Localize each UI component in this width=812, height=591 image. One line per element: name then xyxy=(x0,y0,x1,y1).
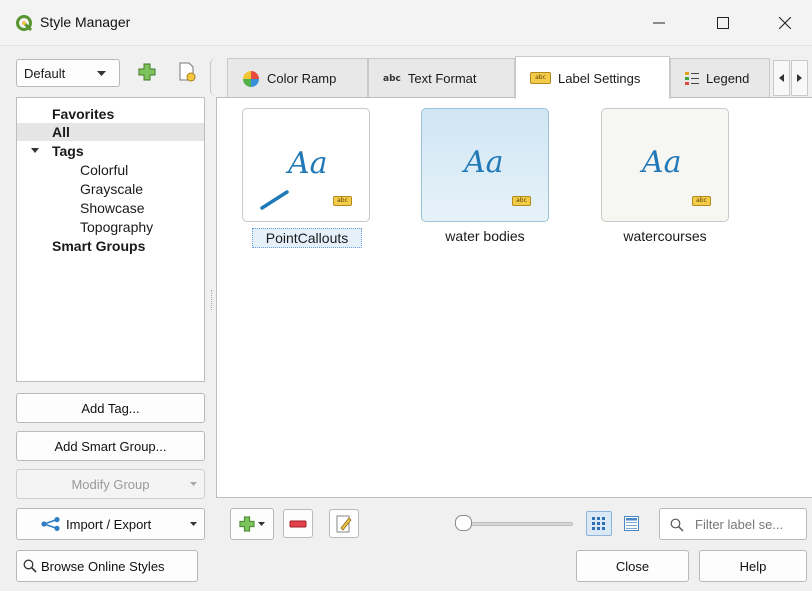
color-ramp-icon xyxy=(243,70,259,87)
add-tag-button[interactable]: Add Tag... xyxy=(16,393,205,423)
search-icon xyxy=(23,559,37,573)
remove-item-button[interactable] xyxy=(283,509,313,538)
tree-item-favorites[interactable]: Favorites xyxy=(52,105,114,123)
label-tag-icon: abc xyxy=(512,196,531,206)
share-icon xyxy=(41,517,60,531)
style-name-watercourses[interactable]: watercourses xyxy=(601,228,729,244)
tab-label-settings[interactable]: abc Label Settings xyxy=(515,56,670,99)
tab-label: Color Ramp xyxy=(267,71,337,86)
edit-item-button[interactable] xyxy=(329,509,359,538)
library-combo-value: Default xyxy=(24,66,66,81)
browse-online-label: Browse Online Styles xyxy=(41,558,165,574)
slider-handle[interactable] xyxy=(455,515,472,531)
edit-icon xyxy=(336,515,352,532)
tree-item-tag[interactable]: Colorful xyxy=(80,161,128,179)
splitter-handle[interactable] xyxy=(211,290,213,310)
style-thumbnail-watercourses[interactable]: Aa abc xyxy=(601,108,729,222)
sample-text: Aa xyxy=(464,145,504,180)
add-icon xyxy=(239,516,255,532)
library-combo[interactable]: Default xyxy=(16,59,120,87)
tab-scroll-right-button[interactable] xyxy=(791,60,808,96)
tab-legend[interactable]: Legend xyxy=(670,58,770,98)
tab-label: Text Format xyxy=(407,71,477,86)
tab-color-ramp[interactable]: Color Ramp xyxy=(227,58,368,98)
close-button[interactable]: Close xyxy=(576,550,689,582)
minimize-button[interactable] xyxy=(636,8,682,38)
tree-item-tag[interactable]: Grayscale xyxy=(80,180,143,198)
help-button[interactable]: Help xyxy=(699,550,807,582)
search-icon xyxy=(670,518,684,532)
label-settings-icon: abc xyxy=(530,72,551,84)
text-format-icon: abc xyxy=(383,73,401,84)
tree-item-tag[interactable]: Topography xyxy=(80,218,153,236)
list-view-icon xyxy=(623,516,639,531)
legend-icon xyxy=(685,71,699,85)
tab-scroll-left-button[interactable] xyxy=(773,60,790,96)
icon-view-button[interactable] xyxy=(586,511,612,536)
import-export-label: Import / Export xyxy=(66,516,152,532)
tab-label: Legend xyxy=(706,71,750,86)
maximize-icon xyxy=(717,17,729,29)
label-tag-icon: abc xyxy=(333,196,352,206)
add-smart-group-button[interactable]: Add Smart Group... xyxy=(16,431,205,461)
style-name-water-bodies[interactable]: water bodies xyxy=(421,228,549,244)
tab-scroll-edge xyxy=(210,58,218,96)
help-label: Help xyxy=(739,558,767,574)
caret-right-icon xyxy=(797,74,802,82)
tree-item-smart-groups[interactable]: Smart Groups xyxy=(52,237,145,255)
style-list[interactable]: Aa abc PointCallouts Aa abc water bodies… xyxy=(216,97,812,498)
chevron-down-icon xyxy=(190,482,197,486)
add-tag-label: Add Tag... xyxy=(81,400,140,416)
qgis-logo-icon xyxy=(16,15,33,32)
tab-text-format[interactable]: abc Text Format xyxy=(368,58,515,98)
sample-text: Aa xyxy=(642,145,682,180)
chevron-down-icon xyxy=(258,521,265,526)
callout-line-icon xyxy=(260,190,289,210)
minimize-icon xyxy=(653,22,665,24)
grid-view-icon xyxy=(592,516,605,530)
import-export-button[interactable]: Import / Export xyxy=(16,508,205,540)
filter-placeholder: Filter label se... xyxy=(695,517,784,532)
caret-left-icon xyxy=(779,74,784,82)
add-library-icon[interactable] xyxy=(138,63,156,81)
window-title: Style Manager xyxy=(40,14,131,30)
sample-text: Aa xyxy=(288,146,328,181)
icon-size-slider[interactable] xyxy=(457,522,573,526)
new-library-file-icon[interactable] xyxy=(178,62,196,82)
close-icon xyxy=(779,17,791,29)
add-smart-group-label: Add Smart Group... xyxy=(54,438,167,454)
modify-group-button[interactable]: Modify Group xyxy=(16,469,205,499)
filter-input[interactable]: Filter label se... xyxy=(659,508,807,540)
list-view-button[interactable] xyxy=(618,511,644,536)
style-thumbnail-pointcallouts[interactable]: Aa abc xyxy=(242,108,370,222)
label-tag-icon: abc xyxy=(692,196,711,206)
modify-group-label: Modify Group xyxy=(71,476,150,492)
tree-item-all-highlight xyxy=(17,123,204,141)
tab-label: Label Settings xyxy=(558,70,641,86)
style-name-pointcallouts[interactable]: PointCallouts xyxy=(252,228,362,248)
tree-item-tag[interactable]: Showcase xyxy=(80,199,145,217)
style-thumbnail-water-bodies[interactable]: Aa abc xyxy=(421,108,549,222)
group-tree[interactable]: Favorites All Tags Colorful Grayscale Sh… xyxy=(16,97,205,382)
remove-icon xyxy=(289,520,307,527)
tree-item-all[interactable]: All xyxy=(52,123,70,141)
tree-item-tags[interactable]: Tags xyxy=(52,142,84,160)
chevron-down-icon xyxy=(190,522,197,526)
maximize-button[interactable] xyxy=(700,8,746,38)
expand-arrow-icon[interactable] xyxy=(31,148,39,154)
browse-online-styles-button[interactable]: Browse Online Styles xyxy=(16,550,198,582)
chevron-down-icon xyxy=(97,71,106,76)
close-label: Close xyxy=(615,558,650,574)
close-window-button[interactable] xyxy=(762,8,808,38)
add-item-button[interactable] xyxy=(230,508,274,540)
